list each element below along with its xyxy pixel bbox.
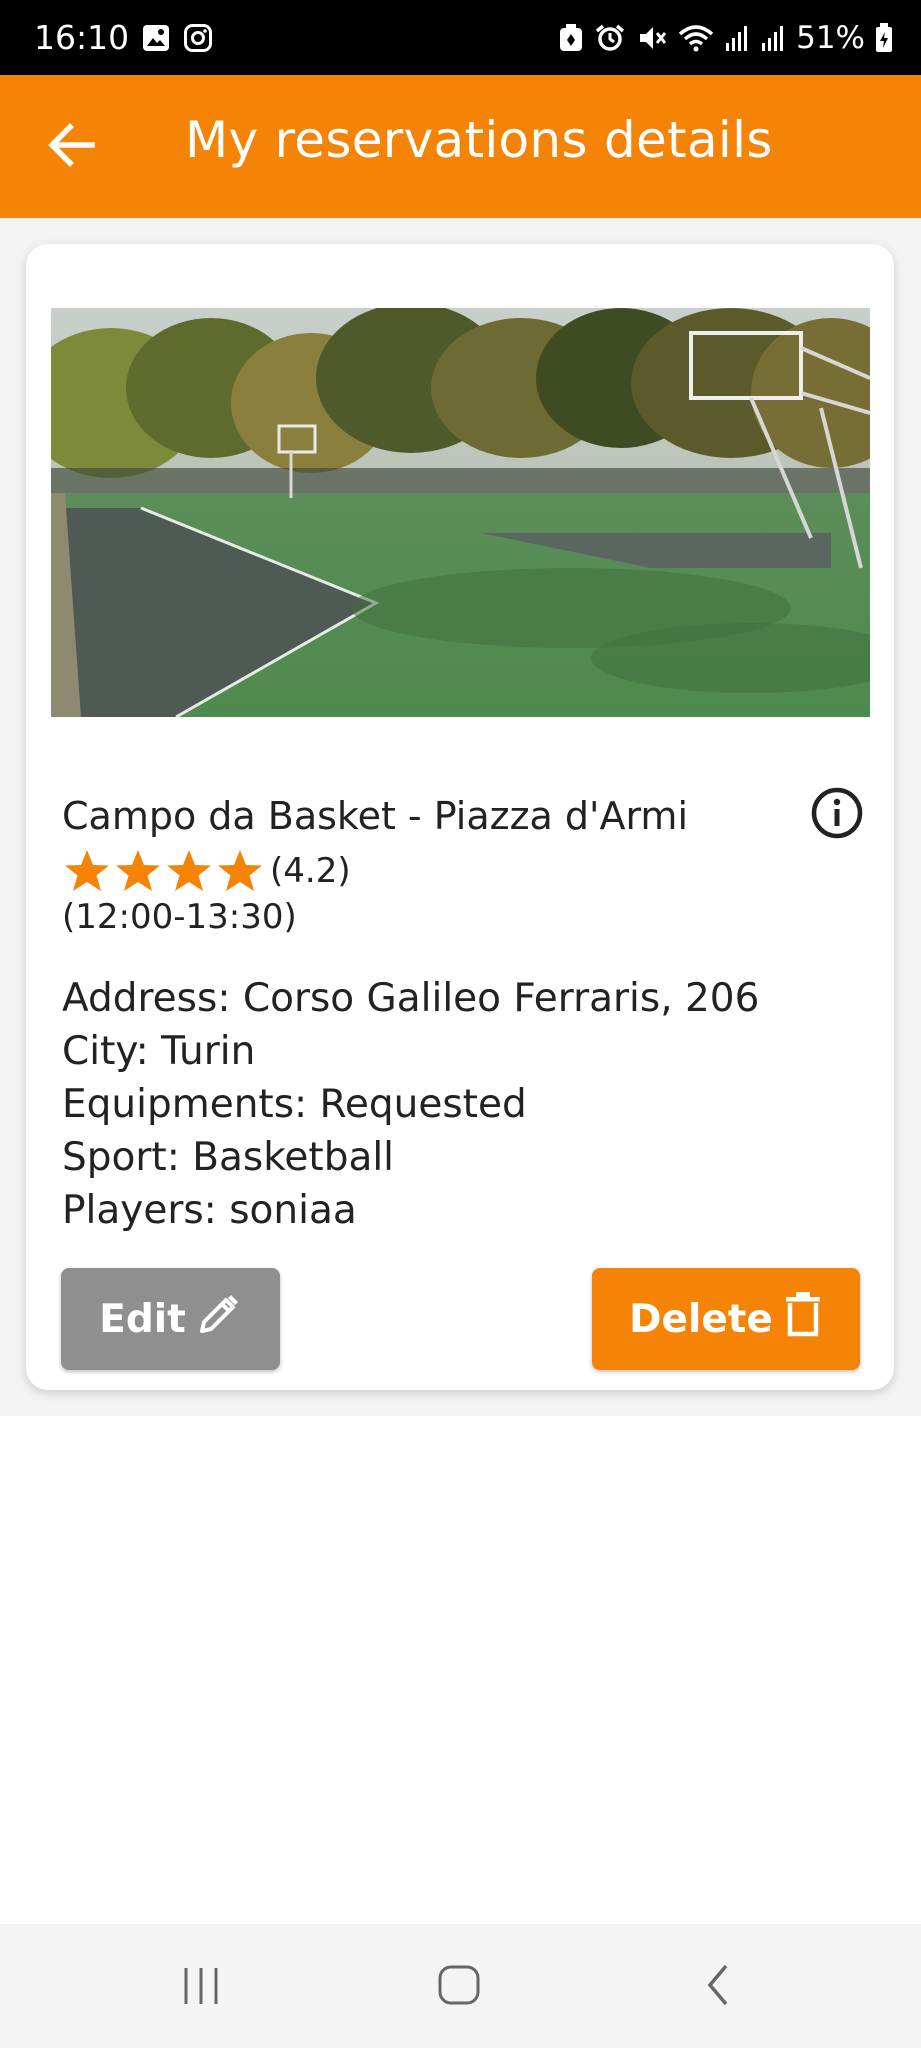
- app-bar: My reservations details: [0, 75, 921, 218]
- reservation-details: Address: Corso Galileo Ferraris, 206 Cit…: [62, 972, 759, 1237]
- players-text: Players: soniaa: [62, 1188, 357, 1233]
- sport-text: Sport: Basketball: [62, 1135, 395, 1180]
- status-time: 16:10: [34, 18, 130, 57]
- field-name: Campo da Basket - Piazza d'Armi: [62, 794, 688, 838]
- equipments-text: Equipments: Requested: [62, 1082, 527, 1127]
- wifi-icon: [678, 23, 714, 53]
- city-text: City: Turin: [62, 1029, 256, 1074]
- arrow-left-icon: [48, 123, 96, 171]
- home-button[interactable]: [436, 1962, 482, 2012]
- battery-icon: [875, 22, 893, 53]
- battery-percent: 51%: [796, 19, 865, 56]
- info-icon: [810, 787, 864, 844]
- trash-icon: [783, 1290, 823, 1348]
- recent-apps-icon: [178, 1968, 224, 2012]
- delete-button[interactable]: Delete: [592, 1268, 860, 1370]
- home-icon: [436, 1965, 482, 2012]
- back-button[interactable]: [40, 119, 104, 175]
- star-icon: [215, 846, 265, 896]
- signal-icon: [760, 23, 786, 53]
- edit-button[interactable]: Edit: [61, 1268, 280, 1370]
- back-chevron-icon: [696, 1964, 742, 2012]
- instagram-icon: [183, 23, 213, 53]
- edit-button-label: Edit: [99, 1296, 186, 1342]
- navigation-bar: [0, 1924, 921, 2048]
- gallery-icon: [141, 23, 171, 53]
- star-icon: [164, 846, 214, 896]
- pencil-icon: [196, 1291, 242, 1347]
- signal-icon: [724, 23, 750, 53]
- reservation-card: Campo da Basket - Piazza d'Armi (4.2) (1…: [26, 244, 894, 1390]
- delete-button-label: Delete: [629, 1296, 773, 1342]
- battery-saver-icon: [558, 23, 584, 53]
- mute-icon: [636, 23, 668, 53]
- star-icon: [113, 846, 163, 896]
- info-button[interactable]: [810, 786, 864, 840]
- rating-value: (4.2): [270, 851, 351, 891]
- recent-apps-button[interactable]: [178, 1962, 224, 2012]
- rating: (4.2): [62, 846, 351, 896]
- basketball-court-photo: [51, 308, 870, 717]
- alarm-icon: [594, 23, 626, 53]
- time-range: (12:00-13:30): [62, 897, 297, 937]
- page-title: My reservations details: [185, 111, 773, 169]
- status-bar: 16:10 51%: [0, 0, 921, 75]
- address-text: Address: Corso Galileo Ferraris, 206: [62, 976, 760, 1021]
- star-icon: [62, 846, 112, 896]
- system-back-button[interactable]: [696, 1962, 742, 2012]
